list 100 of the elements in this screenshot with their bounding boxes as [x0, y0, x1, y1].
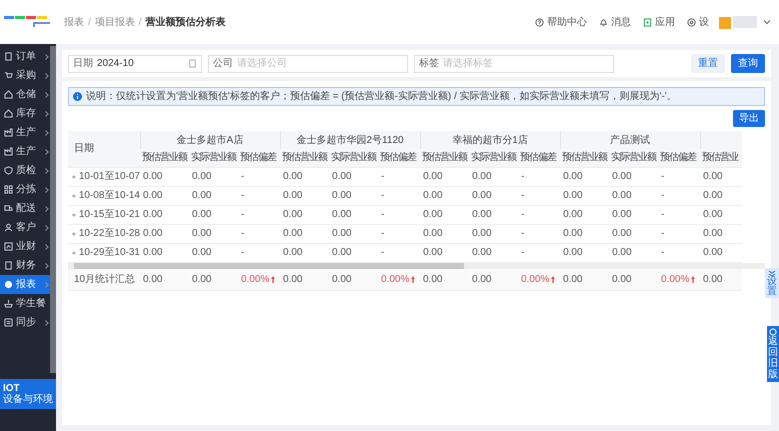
- table-cell: -: [518, 167, 560, 186]
- sidebar-item[interactable]: 生产: [0, 123, 50, 142]
- table-cell: 0.00: [420, 243, 470, 262]
- table-cell: 0.00: [140, 186, 189, 205]
- table-cell: -: [658, 224, 700, 243]
- input-field[interactable]: 请选择公司: [237, 56, 403, 71]
- table-cell: -: [658, 186, 700, 205]
- truck-icon: [4, 204, 13, 213]
- table-cell: -: [518, 243, 560, 262]
- expand-icon[interactable]: [72, 192, 76, 198]
- expand-icon[interactable]: [72, 250, 76, 256]
- table-cell: 0.00: [609, 186, 658, 205]
- field-label: 日期: [73, 56, 93, 71]
- column-header: 预估营业额: [140, 149, 189, 167]
- caret-icon[interactable]: [763, 18, 771, 26]
- table-cell: 0.00: [189, 186, 238, 205]
- table-cell: 0.00: [700, 167, 742, 186]
- table-cell: -: [658, 205, 700, 224]
- export-button[interactable]: 导出: [733, 110, 765, 127]
- breadcrumb-link[interactable]: 营业额预估分析表: [146, 14, 226, 30]
- sidebar-item[interactable]: 同步: [0, 313, 50, 332]
- sidebar-item[interactable]: 配送: [0, 199, 50, 218]
- table-cell: 0.00: [280, 186, 330, 205]
- sidebar-item[interactable]: 业财: [0, 237, 50, 256]
- table-cell: 0.00: [560, 167, 610, 186]
- table-cell-text: 10-08至10-14: [78, 189, 140, 203]
- table-cell: 0.00: [189, 224, 238, 243]
- table-cell: 0.00: [469, 243, 518, 262]
- settings-icon: [687, 18, 696, 26]
- table-cell: 0.00: [700, 224, 742, 243]
- table-cell-text: 0.00%: [521, 272, 550, 287]
- old-version-button[interactable]: 返回旧版: [767, 326, 779, 382]
- filter-field[interactable]: 公司 请选择公司: [208, 54, 408, 72]
- table-cell: 0.00: [609, 205, 658, 224]
- sidebar-item[interactable]: 仓储: [0, 85, 50, 104]
- table-cell: -: [378, 205, 420, 224]
- table-cell-text: 10-22至10-28: [78, 227, 140, 241]
- header-link[interactable]: 应用: [643, 14, 675, 30]
- sidebar-item[interactable]: 学生餐: [0, 294, 50, 313]
- expand-icon[interactable]: [72, 174, 76, 180]
- sidebar-item[interactable]: 质检: [0, 161, 50, 180]
- breadcrumb-link[interactable]: 项目报表: [94, 14, 135, 30]
- banner-title: IOT: [3, 383, 21, 394]
- group-header: 金士多超市A店: [140, 131, 280, 149]
- sidebar-item[interactable]: 生产: [0, 142, 50, 161]
- table-cell: 0.00: [189, 205, 238, 224]
- calendar-icon[interactable]: [188, 59, 197, 68]
- reset-button[interactable]: 重置: [691, 54, 725, 73]
- header-link[interactable]: 设: [687, 14, 709, 30]
- sidebar-item[interactable]: 报表: [0, 275, 50, 294]
- sidebar-item[interactable]: 分拣: [0, 180, 50, 199]
- table-cell-text: 0.00: [423, 272, 442, 287]
- sidebar-item[interactable]: 采购: [0, 66, 50, 85]
- date-picker[interactable]: 日期 2024-10: [68, 54, 202, 72]
- search-button[interactable]: 查询: [731, 54, 765, 73]
- expand-icon[interactable]: [72, 230, 76, 236]
- sidebar-item[interactable]: 财务: [0, 256, 50, 275]
- table-cell: 0.00: [469, 167, 518, 186]
- document-icon: [4, 261, 13, 270]
- column-header: 预估偏差: [238, 149, 280, 167]
- chart-icon: [4, 242, 13, 251]
- input-field[interactable]: 请选择标签: [443, 56, 609, 71]
- table-cell: -: [238, 167, 280, 186]
- filter-field[interactable]: 标签 请选择标签: [414, 54, 614, 72]
- square-icon: [4, 318, 13, 327]
- header-link[interactable]: 消息: [599, 14, 631, 30]
- user-icon: [4, 223, 13, 232]
- column-header: 预估偏差: [378, 149, 420, 167]
- table-cell: 0.00: [140, 243, 189, 262]
- sidebar-item[interactable]: 订单: [0, 47, 50, 66]
- breadcrumb-link[interactable]: 报表: [64, 14, 84, 30]
- date-field[interactable]: 2024-10: [97, 56, 184, 71]
- column-header: 预估偏差: [658, 149, 700, 167]
- sidebar-item[interactable]: 客户: [0, 218, 50, 237]
- iot-banner[interactable]: IOT 设备与环境: [0, 379, 56, 409]
- table-cell-text: 0.00: [143, 272, 162, 287]
- table-cell: -: [518, 224, 560, 243]
- expand-icon[interactable]: [72, 212, 76, 218]
- table-cell: 0.00: [420, 186, 470, 205]
- table-cell: 0.00: [420, 224, 470, 243]
- table-cell-text: 0.00: [472, 272, 492, 287]
- column-settings-button[interactable]: 设置: [765, 268, 779, 298]
- field-label: 公司: [213, 57, 233, 71]
- factory-icon: [4, 128, 13, 137]
- group-header: 金士多超市华园2号1120: [280, 131, 420, 149]
- header-link[interactable]: 帮助中心: [535, 14, 587, 30]
- column-header: 预估偏差: [518, 149, 560, 167]
- table-cell: 10月统计汇总: [68, 268, 140, 290]
- chevrons-icon: [768, 269, 776, 277]
- scrollbar[interactable]: [50, 46, 56, 373]
- table-cell: 0.00: [560, 186, 610, 205]
- table-cell: -: [238, 186, 280, 205]
- table-cell: -: [378, 243, 420, 262]
- table-cell: -: [518, 186, 560, 205]
- table-cell: 0.00: [469, 205, 518, 224]
- table-cell: -: [658, 167, 700, 186]
- table-cell: 0.00: [420, 167, 470, 186]
- sidebar-item[interactable]: 库存: [0, 104, 50, 123]
- column-header: 实际营业额: [469, 149, 518, 167]
- table-cell: -: [238, 205, 280, 224]
